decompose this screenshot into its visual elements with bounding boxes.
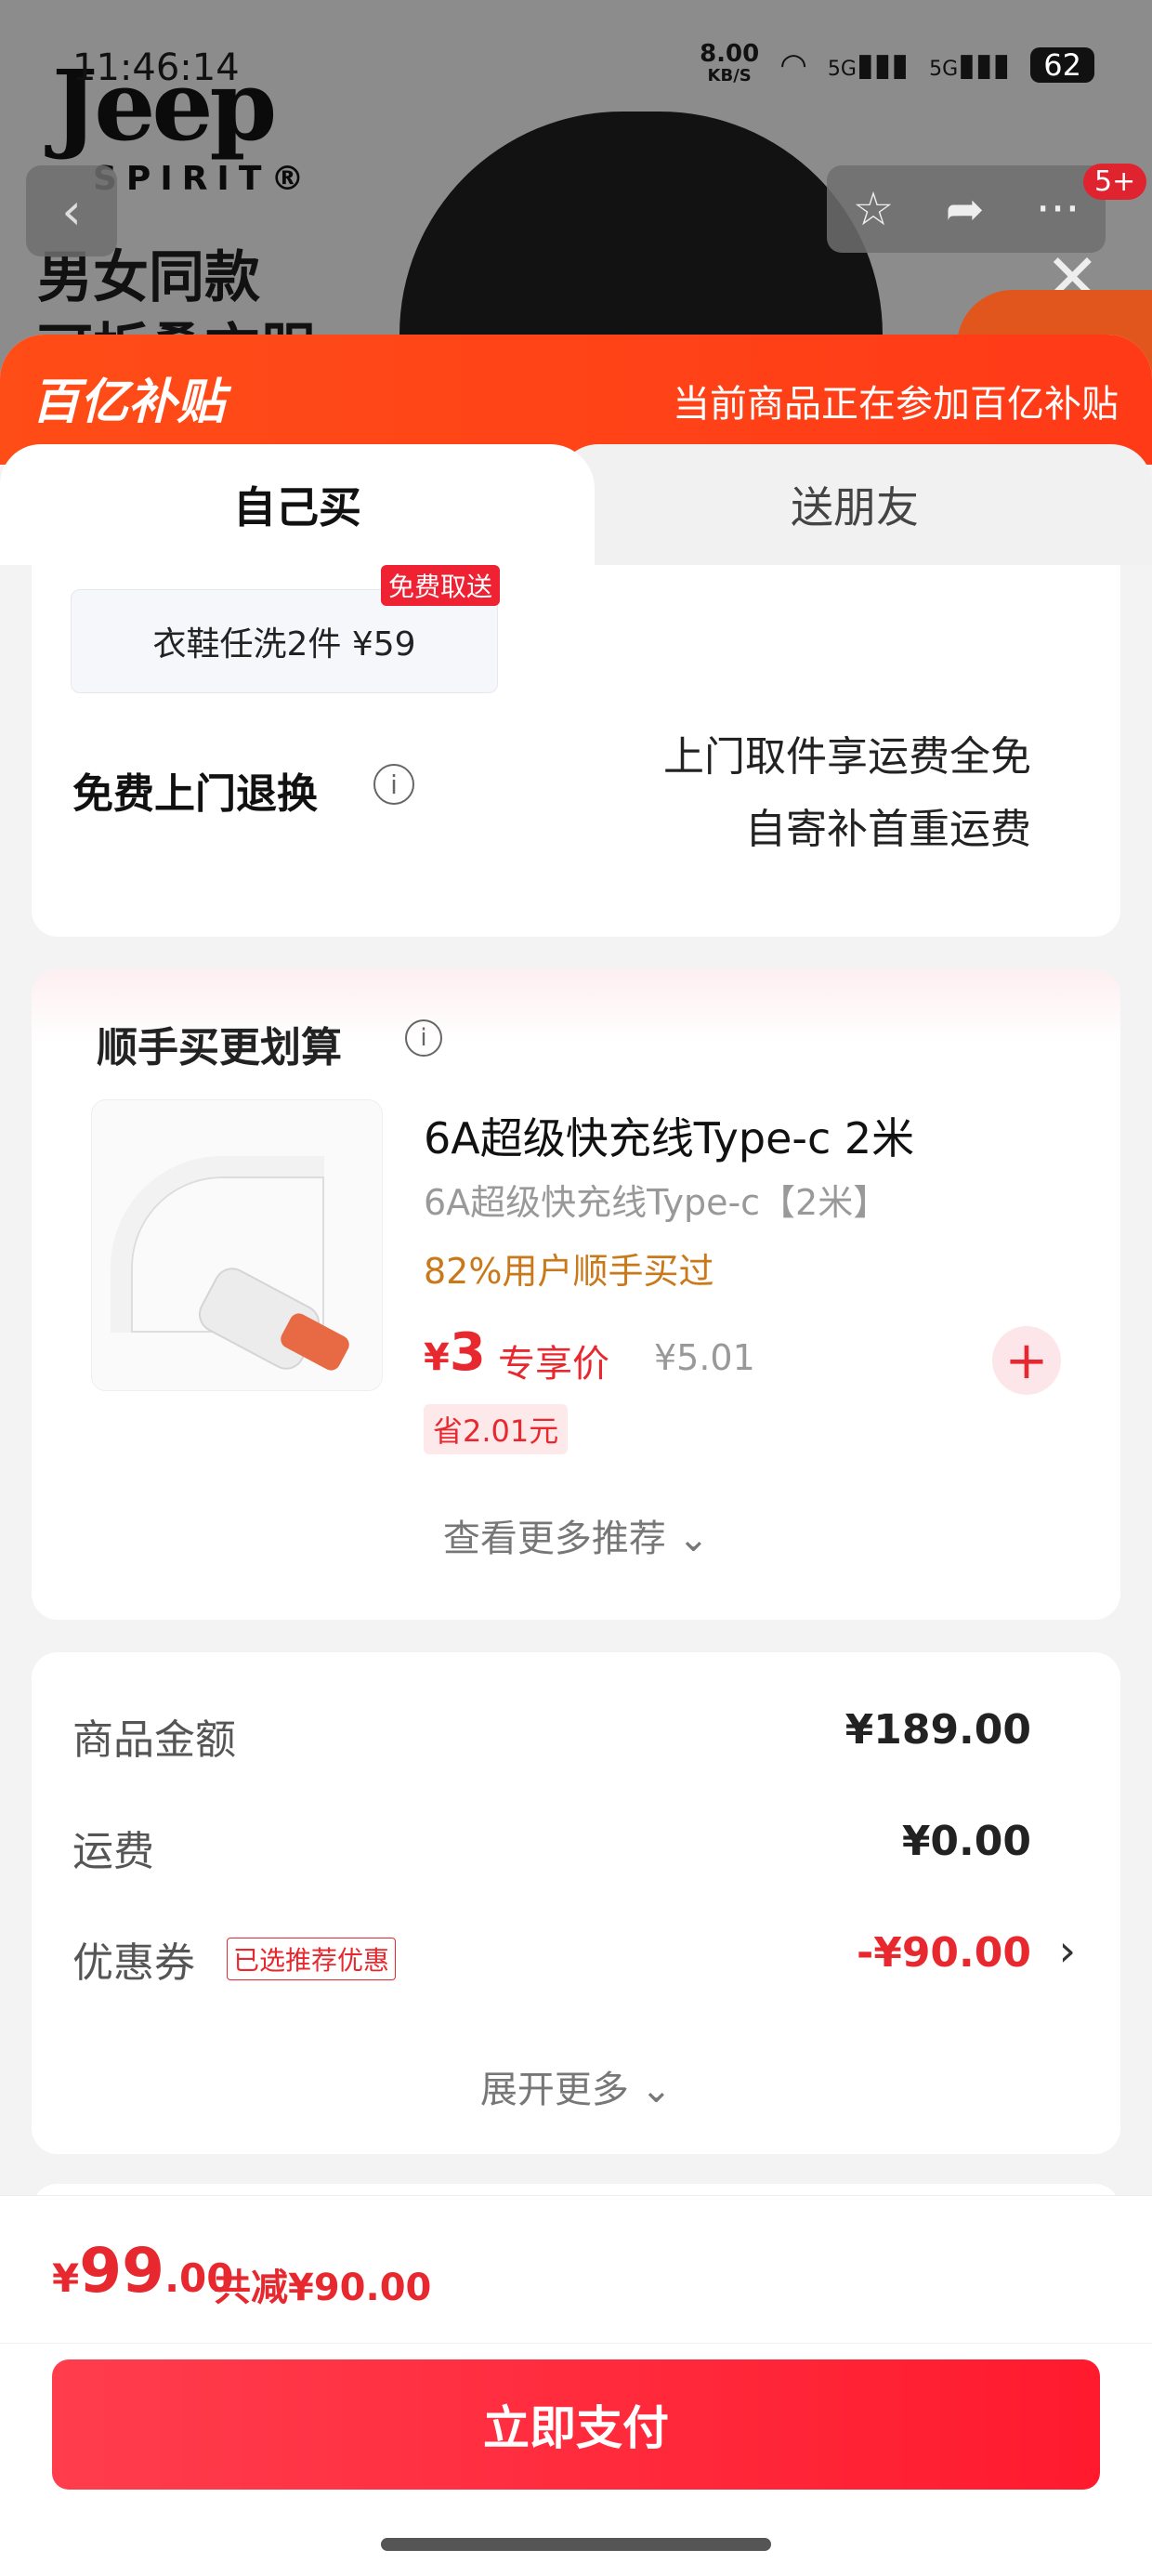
expand-more-link[interactable]: 展开更多 ⌄ [32, 2059, 1120, 2113]
addon-price: ¥3 [424, 1322, 486, 1383]
total-saving: 共减¥90.00 [214, 2267, 432, 2309]
wifi-icon: ◠ [779, 46, 807, 84]
back-button[interactable]: ‹ [26, 165, 117, 256]
shipping-value: ¥0.00 [901, 1818, 1031, 1865]
signal-icon-2: 5G▮▮▮ [929, 46, 1011, 84]
coupon-label: 优惠券 [72, 1939, 195, 1987]
shipping-label: 运费 [72, 1828, 154, 1875]
brand-logo-sub: SPIRIT® [93, 160, 314, 198]
addon-title: 顺手买更划算 [97, 1024, 342, 1071]
more-icon[interactable]: ··· [1036, 182, 1080, 236]
chip-label: 衣鞋任洗2件 ¥59 [152, 625, 416, 664]
pay-now-button[interactable]: 立即支付 [52, 2359, 1100, 2490]
info-icon[interactable]: i [405, 1019, 442, 1057]
subsidy-logo: 百亿补贴 [32, 375, 226, 430]
price-value: 3 [449, 1322, 486, 1383]
total-int: 99 [79, 2235, 165, 2307]
tab-buy-self[interactable]: 自己买 [0, 444, 595, 565]
total-currency: ¥ [52, 2255, 80, 2301]
coupon-value[interactable]: -¥90.00 [857, 1929, 1031, 1977]
addon-product-title[interactable]: 6A超级快充线Type-c 2米 [424, 1105, 914, 1166]
purchase-tabs: 送朋友 自己买 [0, 444, 1152, 565]
home-indicator [381, 2538, 771, 2551]
share-icon[interactable]: ➦ [946, 182, 985, 236]
total-price: ¥99.00 [52, 2235, 234, 2307]
subsidy-note: 当前商品正在参加百亿补贴 [673, 383, 1119, 426]
price-summary-card: 商品金额 ¥189.00 运费 ¥0.00 优惠券 已选推荐优惠 -¥90.00… [32, 1652, 1120, 2154]
chip-tag: 免费取送 [381, 565, 501, 606]
return-label: 免费上门退换 [72, 770, 318, 818]
status-time: 11:46:14 [72, 46, 240, 89]
signal-icon: 5G▮▮▮ [827, 46, 910, 84]
chevron-left-icon: ‹ [61, 181, 82, 241]
return-line-1: 上门取件享运费全免 [663, 733, 1031, 781]
net-speed-unit: KB/S [707, 66, 752, 85]
addon-save-badge: 省2.01元 [424, 1404, 569, 1454]
battery-icon: 62 [1030, 47, 1094, 83]
info-icon[interactable]: i [373, 764, 414, 805]
chevron-right-icon[interactable]: › [1059, 1925, 1076, 1976]
checkout-footer: ¥99.00 共减¥90.00 立即支付 [0, 2195, 1152, 2576]
status-icons: 8.00 KB/S ◠ 5G▮▮▮ 5G▮▮▮ 62 [700, 40, 1094, 87]
signal-1-label: 5G [827, 58, 857, 81]
service-card: 衣鞋任洗2件 ¥59 免费取送 免费上门退换 i 上门取件享运费全免 自寄补首重… [32, 565, 1120, 937]
addon-product-stat: 82%用户顺手买过 [424, 1251, 714, 1292]
star-icon[interactable]: ☆ [853, 182, 895, 236]
price-symbol: ¥ [424, 1336, 450, 1379]
return-line-2: 自寄补首重运费 [745, 806, 1031, 853]
add-to-order-button[interactable]: + [992, 1326, 1061, 1395]
addon-card: 顺手买更划算 i 6A超级快充线Type-c 2米 6A超级快充线Type-c【… [32, 969, 1120, 1620]
coupon-tag: 已选推荐优惠 [227, 1938, 397, 1980]
signal-2-label: 5G [929, 58, 959, 81]
tab-gift-friend[interactable]: 送朋友 [557, 444, 1152, 565]
divider [0, 2343, 1152, 2344]
status-bar: 11:46:14 8.00 KB/S ◠ 5G▮▮▮ 5G▮▮▮ 62 [0, 0, 1152, 139]
addon-old-price: ¥5.01 [654, 1337, 755, 1378]
notification-badge: 5+ [1083, 164, 1147, 200]
plus-icon: + [1004, 1330, 1049, 1391]
addon-product-spec: 6A超级快充线Type-c【2米】 [424, 1182, 889, 1223]
more-recommend-link[interactable]: 查看更多推荐 ⌄ [32, 1508, 1120, 1562]
addon-price-label: 专享价 [498, 1343, 609, 1386]
goods-amount-value: ¥189.00 [844, 1706, 1031, 1754]
net-speed: 8.00 KB/S [700, 40, 760, 87]
goods-amount-label: 商品金额 [72, 1716, 236, 1764]
cable-product-image[interactable] [91, 1099, 383, 1391]
net-speed-value: 8.00 [700, 40, 760, 68]
